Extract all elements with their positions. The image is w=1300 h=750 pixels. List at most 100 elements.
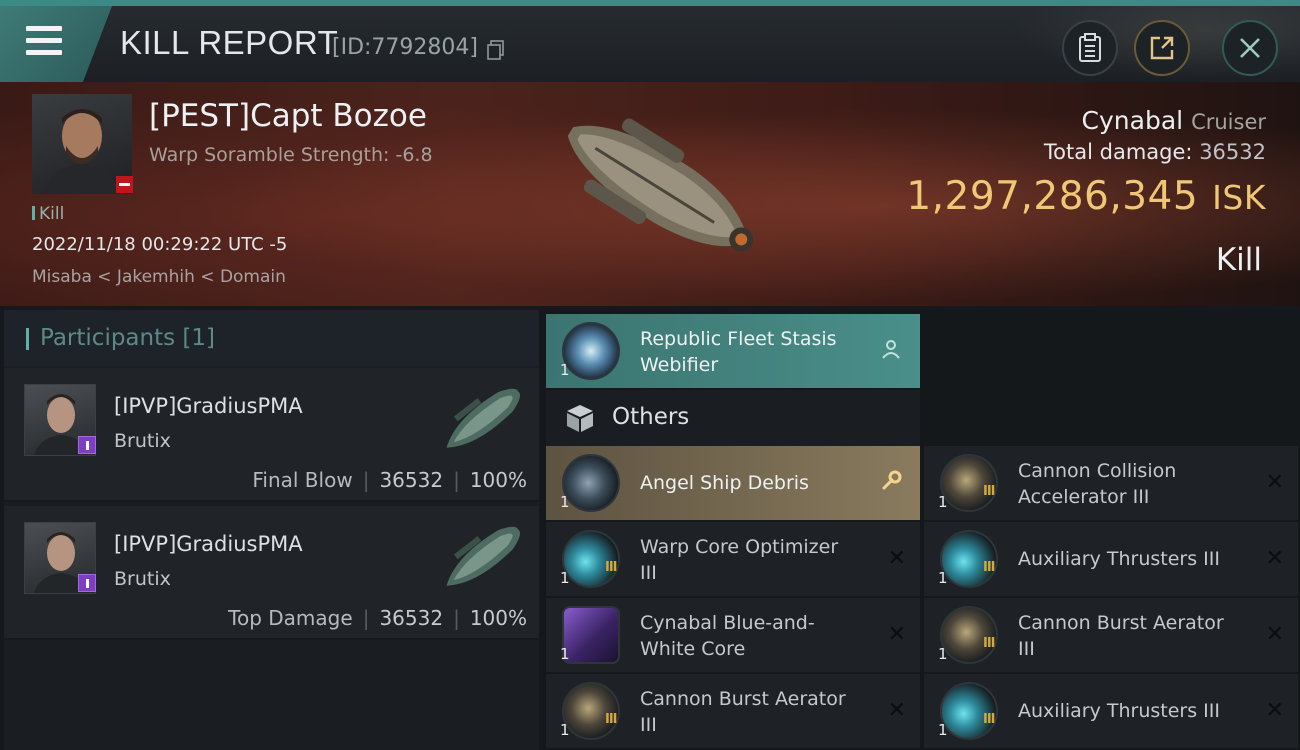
x-icon[interactable]: ✕: [1266, 622, 1284, 647]
x-icon[interactable]: ✕: [1266, 470, 1284, 495]
item-label: Cannon Collision Accelerator III: [1018, 460, 1177, 508]
separator: |: [453, 468, 460, 492]
others-section-header: Others: [546, 390, 920, 446]
participants-panel: Participants [1] [IPVP]GradiusPMA Brutix…: [4, 310, 539, 750]
share-button[interactable]: [1134, 20, 1190, 76]
clipboard-icon: [1079, 33, 1101, 62]
item-quantity: 1: [938, 645, 948, 663]
participant-ship-image: [446, 526, 520, 586]
separator: |: [362, 606, 370, 630]
item-row[interactable]: III 1 Auxiliary Thrusters III ✕: [924, 674, 1298, 748]
tier-badge: III: [983, 484, 995, 499]
victim-ship-line[interactable]: Cynabal Cruiser: [1082, 106, 1266, 135]
participant-role: Top Damage: [228, 606, 353, 630]
tier-badge: III: [605, 560, 617, 575]
x-icon[interactable]: ✕: [1266, 698, 1284, 723]
victim-name[interactable]: [PEST]Capt Bozoe: [149, 98, 427, 134]
share-icon: [1150, 36, 1174, 60]
warp-core-optimizer-icon: [562, 530, 620, 588]
victim-banner: [PEST]Capt Bozoe Warp Soramble Strength:…: [0, 82, 1300, 306]
item-label: Republic Fleet Stasis Webifier: [640, 328, 837, 376]
participant-name: [IPVP]GradiusPMA: [114, 394, 303, 418]
participant-percent: 100%: [469, 606, 527, 630]
burst-aerator-icon: [562, 682, 620, 740]
item-quantity: 1: [938, 569, 948, 587]
x-icon[interactable]: ✕: [1266, 546, 1284, 571]
core-chip-icon: [562, 606, 620, 664]
participant-card[interactable]: [IPVP]GradiusPMA Brutix Top Damage | 36532…: [4, 506, 539, 640]
hamburger-icon-line: [26, 50, 62, 55]
participant-damage: 36532: [379, 606, 444, 630]
item-row[interactable]: III 1 Cannon Burst Aerator III ✕: [924, 598, 1298, 672]
item-label: Auxiliary Thrusters III: [1018, 548, 1220, 570]
kill-location[interactable]: Misaba < Jakemhih < Domain: [32, 267, 286, 287]
tier-badge: III: [983, 560, 995, 575]
item-label: Cannon Burst Aerator III: [1018, 612, 1224, 660]
copy-icon[interactable]: [487, 40, 505, 60]
item-quantity: 1: [560, 493, 570, 511]
x-icon[interactable]: ✕: [888, 622, 906, 647]
warp-scramble-strength: Warp Soramble Strength: -6.8: [149, 144, 433, 166]
item-row[interactable]: 1 Cynabal Blue-and-White Core ✕: [546, 598, 920, 672]
item-label: Warp Core Optimizer III: [640, 536, 839, 584]
item-label: Auxiliary Thrusters III: [1018, 700, 1220, 722]
item-row[interactable]: III 1 Auxiliary Thrusters III ✕: [924, 522, 1298, 596]
participant-ship: Brutix: [114, 430, 171, 452]
isk-value-line: 1,297,286,345 ISK: [906, 174, 1266, 219]
item-label: Angel Ship Debris: [640, 472, 809, 494]
item-quantity: 1: [560, 645, 570, 663]
kill-tag: Kill: [32, 204, 64, 224]
participant-stats: Top Damage | 36532 | 100%: [228, 606, 527, 630]
x-icon[interactable]: ✕: [888, 698, 906, 723]
item-webifier[interactable]: 1 Republic Fleet Stasis Webifier: [546, 314, 920, 388]
item-row[interactable]: 1 Angel Ship Debris: [546, 446, 920, 520]
x-icon[interactable]: ✕: [888, 546, 906, 571]
tier-badge: III: [605, 712, 617, 727]
webifier-icon: [562, 322, 620, 380]
item-quantity: 1: [938, 493, 948, 511]
clipboard-button[interactable]: [1062, 20, 1118, 76]
menu-button[interactable]: [0, 6, 112, 82]
separator: |: [362, 468, 370, 492]
victim-status-badge: [116, 176, 133, 193]
kill-id: [ID:7792804]: [332, 35, 478, 60]
total-damage-line: Total damage: 36532: [1044, 140, 1266, 164]
ship-debris-icon: [562, 454, 620, 512]
collision-accelerator-icon: [940, 454, 998, 512]
participant-ship: Brutix: [114, 568, 171, 590]
total-damage-label: Total damage:: [1043, 140, 1193, 164]
others-label: Others: [612, 404, 690, 430]
total-damage-value: 36532: [1199, 140, 1266, 164]
hamburger-icon-line: [26, 38, 62, 43]
item-quantity: 1: [560, 721, 570, 739]
victim-ship-image[interactable]: [520, 88, 780, 298]
person-icon: [882, 340, 900, 359]
page-title: KILL REPORT: [120, 24, 339, 61]
top-bar: KILL REPORT [ID:7792804]: [0, 0, 1300, 88]
isk-unit: ISK: [1212, 178, 1266, 217]
item-row[interactable]: III 1 Cannon Collision Accelerator III ✕: [924, 446, 1298, 520]
wrench-icon: [882, 470, 902, 490]
item-quantity: 1: [560, 361, 570, 379]
corp-badge: [78, 574, 96, 592]
participant-name: [IPVP]GradiusPMA: [114, 532, 303, 556]
item-label: Cynabal Blue-and-White Core: [640, 612, 815, 660]
separator: |: [453, 606, 460, 630]
item-row[interactable]: III 1 Cannon Burst Aerator III ✕: [546, 674, 920, 748]
item-quantity: 1: [938, 721, 948, 739]
item-label: Cannon Burst Aerator III: [640, 688, 846, 736]
tier-badge: III: [983, 712, 995, 727]
burst-aerator-icon: [940, 606, 998, 664]
participants-header-accent: [26, 328, 29, 350]
close-button[interactable]: [1222, 20, 1278, 76]
item-quantity: 1: [560, 569, 570, 587]
participants-title: Participants [1]: [40, 325, 215, 351]
box-icon: [567, 405, 593, 432]
tier-badge: III: [983, 636, 995, 651]
item-row[interactable]: III 1 Warp Core Optimizer III ✕: [546, 522, 920, 596]
participant-card[interactable]: [IPVP]GradiusPMA Brutix Final Blow | 36532…: [4, 368, 539, 502]
isk-value: 1,297,286,345: [906, 174, 1199, 219]
auxiliary-thrusters-icon: [940, 530, 998, 588]
kill-datetime: 2022/11/18 00:29:22 UTC -5: [32, 234, 288, 255]
participant-percent: 100%: [469, 468, 527, 492]
